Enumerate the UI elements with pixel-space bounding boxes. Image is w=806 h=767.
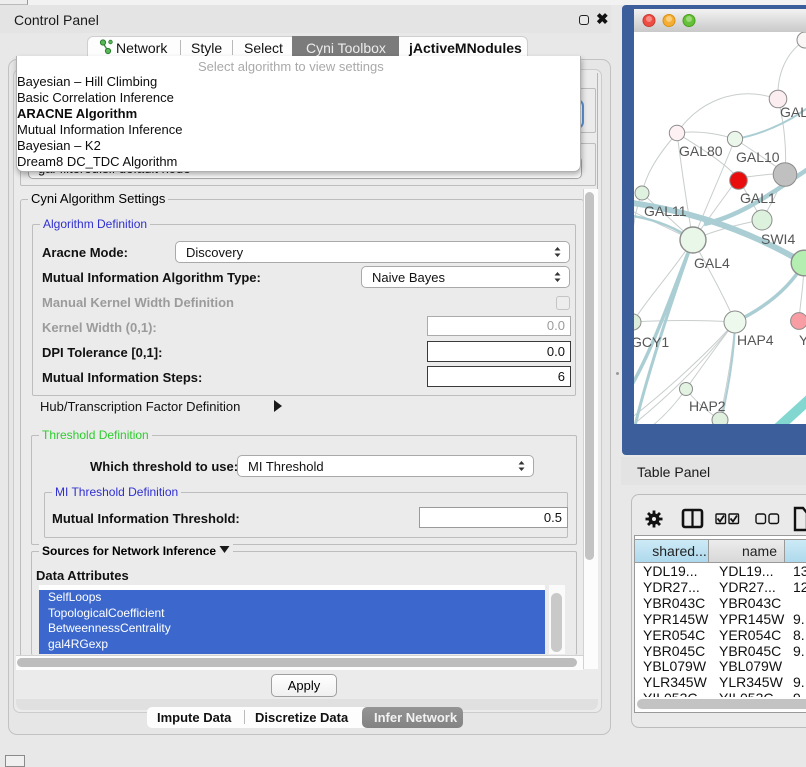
svg-text:SWI4: SWI4 <box>761 231 795 247</box>
svg-text:Y: Y <box>799 332 806 348</box>
svg-text:GAL80: GAL80 <box>679 143 723 159</box>
svg-text:GAL11: GAL11 <box>644 203 687 219</box>
svg-text:GAL4: GAL4 <box>694 255 730 271</box>
svg-text:HAP2: HAP2 <box>689 398 726 414</box>
svg-text:GAL1: GAL1 <box>740 190 776 206</box>
svg-text:GAL10: GAL10 <box>736 149 780 165</box>
svg-text:GAL7: GAL7 <box>780 104 806 120</box>
svg-text:GCY1: GCY1 <box>634 334 669 350</box>
svg-text:HAP4: HAP4 <box>737 332 774 348</box>
